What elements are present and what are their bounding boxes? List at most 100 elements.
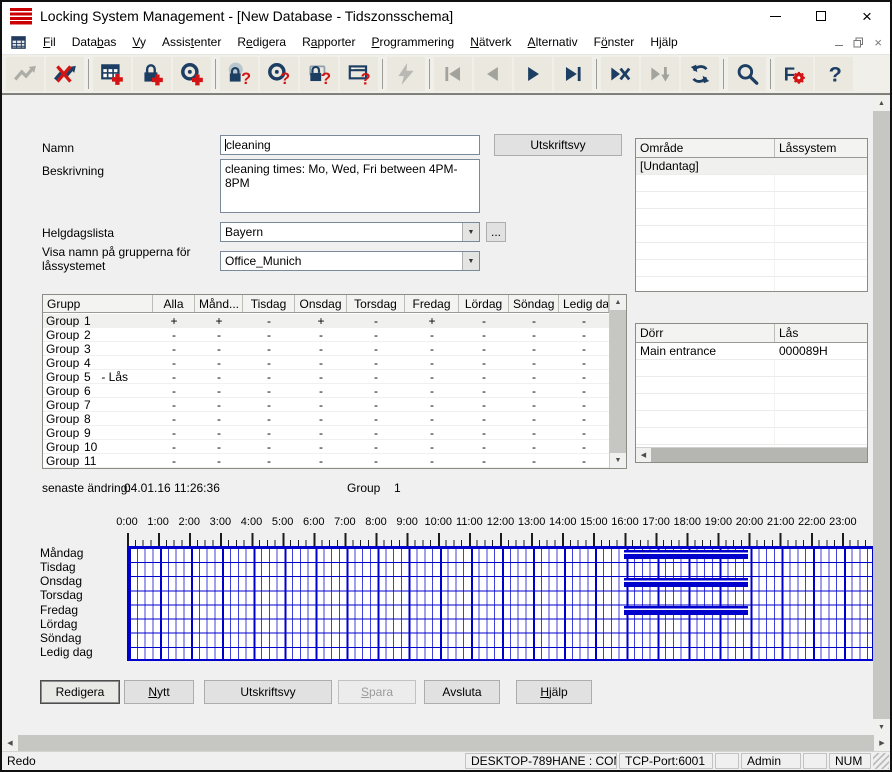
toolbar-first-record-button[interactable] [434, 57, 472, 91]
door-table-scrollbar[interactable]: ◀ [636, 447, 867, 462]
day-flag-cell[interactable]: - [243, 342, 295, 355]
scroll-down-icon[interactable]: ▼ [873, 719, 890, 735]
group-row[interactable]: Group7--------- [43, 398, 609, 412]
day-flag-cell[interactable]: - [243, 328, 295, 341]
day-flag-cell[interactable]: - [347, 412, 405, 425]
toolbar-filter-button[interactable]: F [775, 57, 813, 91]
group-row[interactable]: Group11--------- [43, 454, 609, 468]
scroll-right-icon[interactable]: ▶ [874, 735, 890, 751]
day-flag-cell[interactable]: + [195, 314, 243, 327]
toolbar-delete-record-button[interactable] [601, 57, 639, 91]
day-flag-cell[interactable]: - [243, 440, 295, 453]
day-flag-cell[interactable]: - [559, 426, 609, 439]
day-flag-cell[interactable]: - [559, 314, 609, 327]
day-flag-cell[interactable]: - [295, 398, 347, 411]
day-flag-cell[interactable]: - [153, 454, 195, 467]
group-row[interactable]: Group4--------- [43, 356, 609, 370]
toolbar-refresh-button[interactable] [681, 57, 719, 91]
day-flag-cell[interactable]: + [295, 314, 347, 327]
day-flag-cell[interactable]: - [459, 356, 509, 369]
toolbar-new-lock-button[interactable] [133, 57, 171, 91]
day-flag-cell[interactable]: - [195, 398, 243, 411]
name-input[interactable]: cleaning [220, 135, 480, 155]
toolbar-help-button[interactable]: ? [815, 57, 853, 91]
menu-item-fil[interactable]: Fil [35, 32, 64, 52]
day-flag-cell[interactable]: - [295, 454, 347, 467]
day-flag-cell[interactable]: - [559, 384, 609, 397]
toolbar-new-transponder-button[interactable] [173, 57, 211, 91]
day-flag-cell[interactable]: - [195, 454, 243, 467]
day-flag-cell[interactable]: - [509, 356, 559, 369]
description-input[interactable]: cleaning times: Mo, Wed, Fri between 4PM… [220, 159, 480, 213]
schedule-bar[interactable] [624, 606, 748, 615]
day-flag-cell[interactable]: - [195, 370, 243, 383]
horizontal-scrollbar[interactable]: ◀ ▶ [2, 735, 890, 751]
menu-item-databas[interactable]: Databas [64, 32, 125, 52]
day-flag-cell[interactable]: - [459, 398, 509, 411]
toolbar-prev-record-button[interactable] [474, 57, 512, 91]
scroll-up-icon[interactable]: ▲ [610, 295, 626, 310]
menu-item-redigera[interactable]: Redigera [229, 32, 294, 52]
day-flag-cell[interactable]: - [509, 384, 559, 397]
day-flag-cell[interactable]: - [459, 342, 509, 355]
day-flag-cell[interactable]: - [509, 314, 559, 327]
group-row[interactable]: Group3--------- [43, 342, 609, 356]
scroll-left-icon[interactable]: ◀ [636, 448, 651, 462]
scrollbar-thumb[interactable] [610, 310, 626, 453]
day-flag-cell[interactable]: - [195, 426, 243, 439]
day-flag-cell[interactable]: - [243, 356, 295, 369]
day-flag-cell[interactable]: - [153, 398, 195, 411]
day-flag-cell[interactable]: + [153, 314, 195, 327]
mdi-restore-button[interactable] [853, 37, 864, 48]
menu-item-rapporter[interactable]: Rapporter [294, 32, 363, 52]
day-flag-cell[interactable]: - [405, 356, 459, 369]
chevron-down-icon[interactable]: ▼ [462, 252, 479, 270]
day-flag-cell[interactable]: - [243, 426, 295, 439]
print-preview-button[interactable]: Utskriftsvy [204, 680, 332, 704]
mdi-minimize-button[interactable] [835, 39, 843, 46]
day-flag-cell[interactable]: - [243, 370, 295, 383]
scroll-up-icon[interactable]: ▲ [873, 95, 890, 111]
schedule-bar[interactable] [624, 578, 748, 587]
day-flag-cell[interactable]: - [559, 398, 609, 411]
day-flag-cell[interactable]: - [347, 314, 405, 327]
day-flag-cell[interactable]: - [509, 426, 559, 439]
holiday-browse-button[interactable]: ... [486, 222, 506, 242]
day-flag-cell[interactable]: - [195, 440, 243, 453]
table-row[interactable]: [Undantag] [636, 158, 867, 175]
day-flag-cell[interactable]: - [153, 426, 195, 439]
group-row[interactable]: Group2--------- [43, 328, 609, 342]
day-flag-cell[interactable]: - [347, 328, 405, 341]
day-flag-cell[interactable]: - [559, 328, 609, 341]
day-flag-cell[interactable]: - [243, 398, 295, 411]
day-flag-cell[interactable]: - [195, 328, 243, 341]
day-flag-cell[interactable]: - [405, 384, 459, 397]
scrollbar-thumb[interactable] [651, 448, 867, 462]
day-flag-cell[interactable]: - [153, 412, 195, 425]
group-row[interactable]: Group1++-+-+--- [43, 314, 609, 328]
day-flag-cell[interactable]: - [405, 398, 459, 411]
menu-item-ntverk[interactable]: Nätverk [462, 32, 519, 52]
vertical-scrollbar[interactable]: ▲ ▼ [873, 95, 890, 735]
day-flag-cell[interactable]: - [459, 314, 509, 327]
day-flag-cell[interactable]: - [509, 370, 559, 383]
day-flag-cell[interactable]: - [347, 356, 405, 369]
exit-button[interactable]: Avsluta [424, 680, 500, 704]
group-row[interactable]: Group9--------- [43, 426, 609, 440]
day-flag-cell[interactable]: - [459, 370, 509, 383]
day-flag-cell[interactable]: - [405, 426, 459, 439]
day-flag-cell[interactable]: - [559, 342, 609, 355]
scrollbar-thumb[interactable] [873, 111, 890, 719]
day-flag-cell[interactable]: - [509, 454, 559, 467]
day-flag-cell[interactable]: - [347, 454, 405, 467]
day-flag-cell[interactable]: - [509, 342, 559, 355]
day-flag-cell[interactable]: - [295, 356, 347, 369]
menu-item-programmering[interactable]: Programmering [363, 32, 462, 52]
new-button[interactable]: Nytt [124, 680, 194, 704]
day-flag-cell[interactable]: - [347, 370, 405, 383]
day-flag-cell[interactable]: - [243, 384, 295, 397]
day-flag-cell[interactable]: - [509, 328, 559, 341]
minimize-button[interactable] [752, 2, 798, 30]
resize-grip[interactable] [873, 753, 889, 769]
scroll-down-icon[interactable]: ▼ [610, 453, 626, 468]
